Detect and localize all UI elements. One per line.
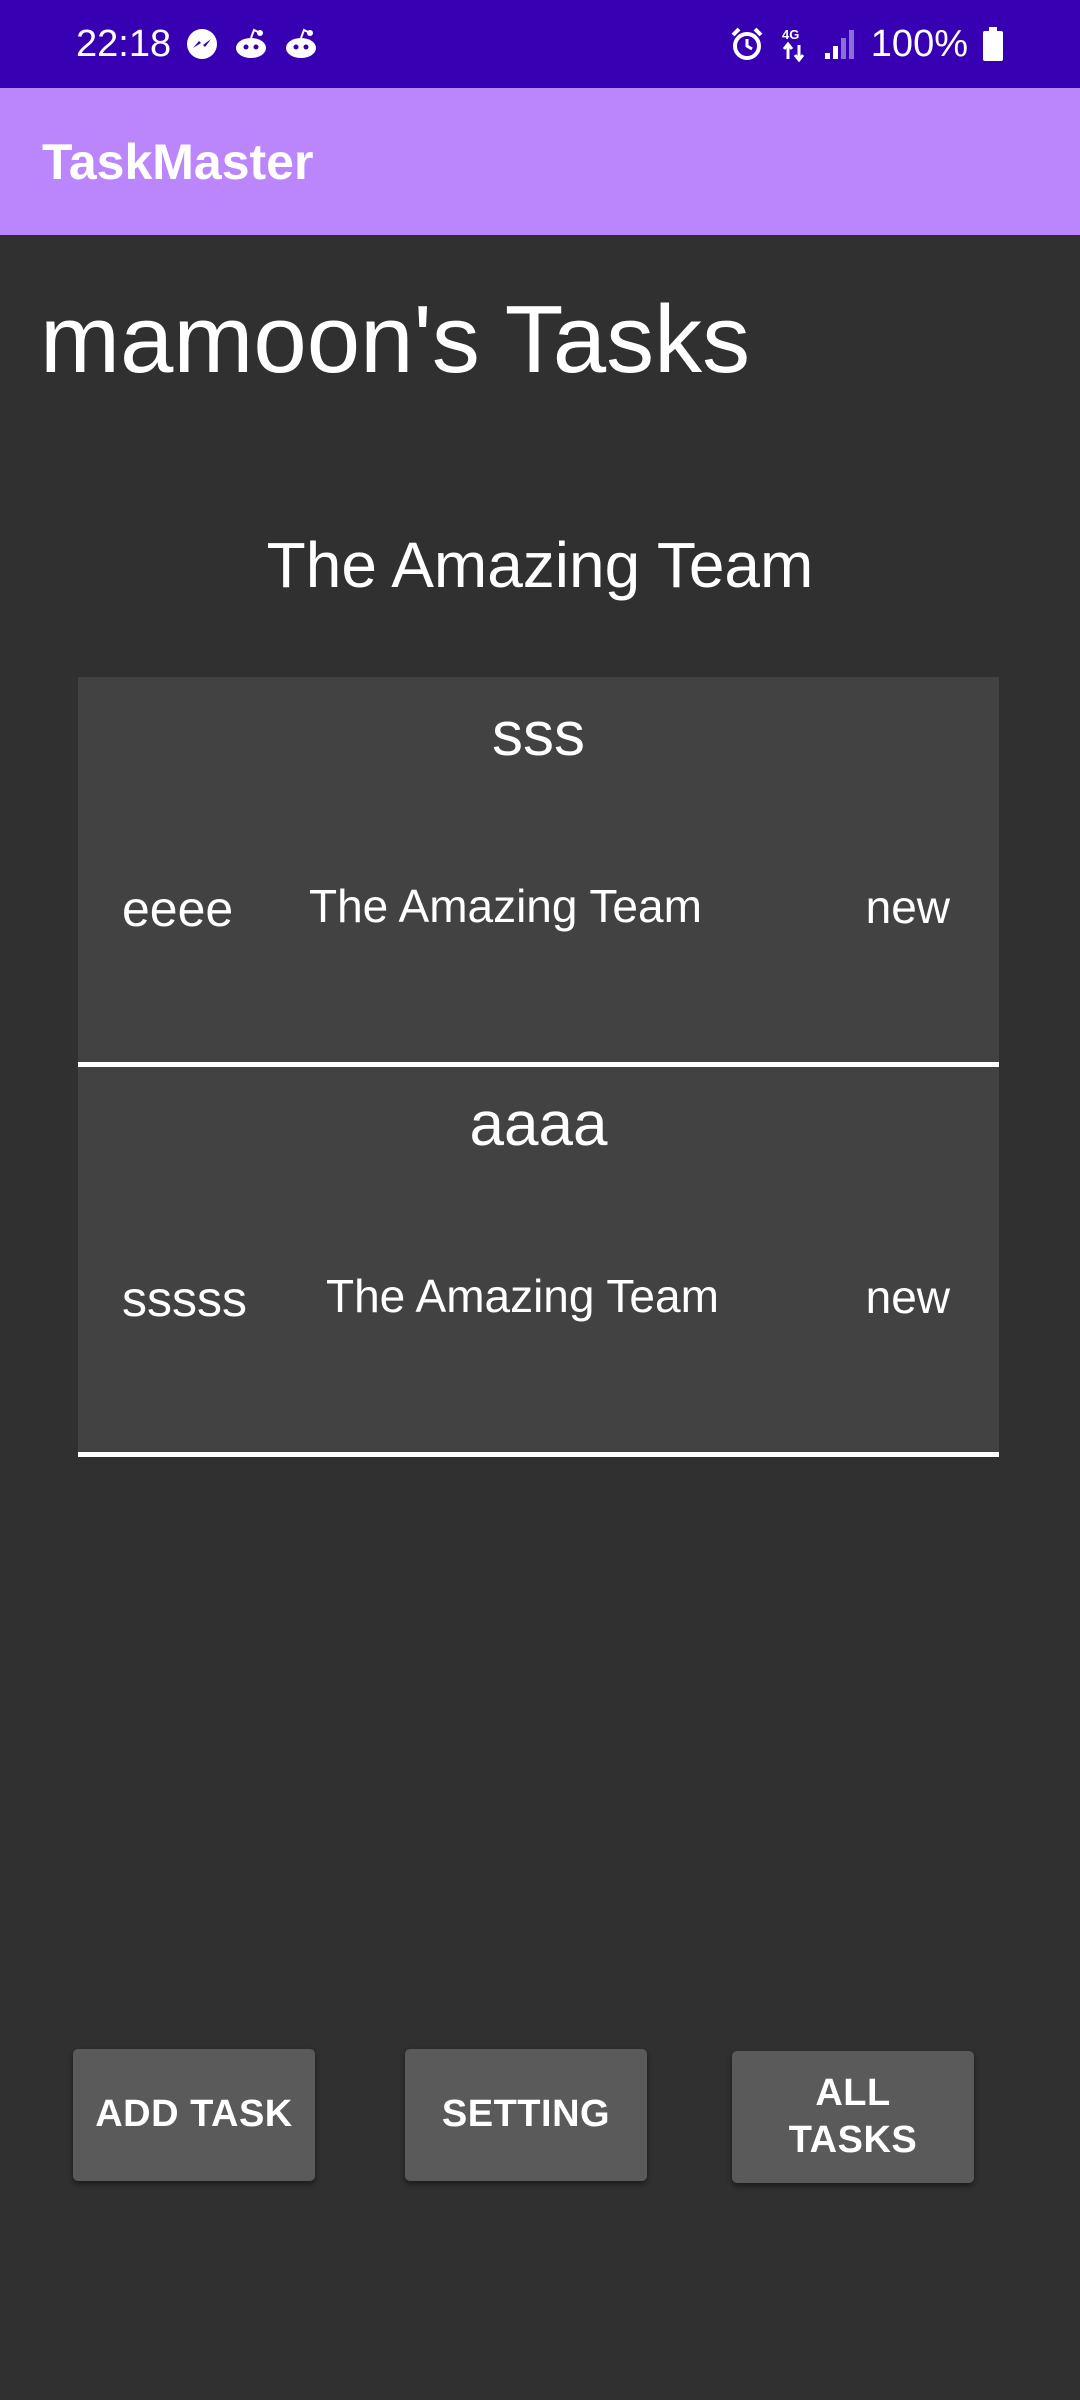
all-tasks-button[interactable]: ALL TASKS: [732, 2051, 974, 2183]
battery-icon: [982, 26, 1004, 62]
app-bar: TaskMaster: [0, 88, 1080, 235]
reddit-icon: [283, 27, 319, 61]
setting-button[interactable]: SETTING: [405, 2049, 647, 2181]
all-tasks-label-line2: TASKS: [788, 2119, 918, 2161]
app-title: TaskMaster: [42, 133, 314, 190]
task-body: sssss: [122, 1271, 247, 1327]
add-task-button[interactable]: ADD TASK: [73, 2049, 315, 2181]
messenger-icon: [185, 27, 219, 61]
task-state: new: [865, 1271, 950, 1323]
page-title: mamoon's Tasks: [40, 286, 751, 393]
alarm-icon: [729, 26, 765, 62]
task-team: The Amazing Team: [309, 880, 702, 932]
task-title: aaaa: [469, 1090, 608, 1159]
task-card[interactable]: sss eeee The Amazing Team new: [78, 677, 999, 1067]
task-team: The Amazing Team: [326, 1270, 719, 1322]
task-list: sss eeee The Amazing Team new aaaa sssss…: [78, 677, 999, 1457]
battery-percent: 100%: [870, 22, 968, 65]
status-time: 22:18: [76, 22, 172, 65]
task-body: eeee: [122, 881, 234, 937]
button-bar: ADD TASK SETTING ALL TASKS: [0, 2049, 1080, 2184]
svg-text:4G: 4G: [782, 27, 799, 42]
status-right: 4G 100%: [729, 23, 1004, 66]
task-card[interactable]: aaaa sssss The Amazing Team new: [78, 1067, 999, 1457]
task-title: sss: [492, 700, 585, 769]
team-name: The Amazing Team: [266, 529, 814, 601]
status-left: 22:18: [76, 23, 319, 66]
all-tasks-label-line1: ALL: [815, 2071, 891, 2114]
status-bar: 22:18 4G 100%: [0, 0, 1080, 88]
reddit-icon: [233, 27, 269, 61]
signal-icon: [823, 27, 857, 61]
all-tasks-label: ALL TASKS: [789, 2070, 917, 2165]
task-state: new: [865, 881, 950, 933]
4g-data-icon: 4G: [779, 25, 809, 63]
